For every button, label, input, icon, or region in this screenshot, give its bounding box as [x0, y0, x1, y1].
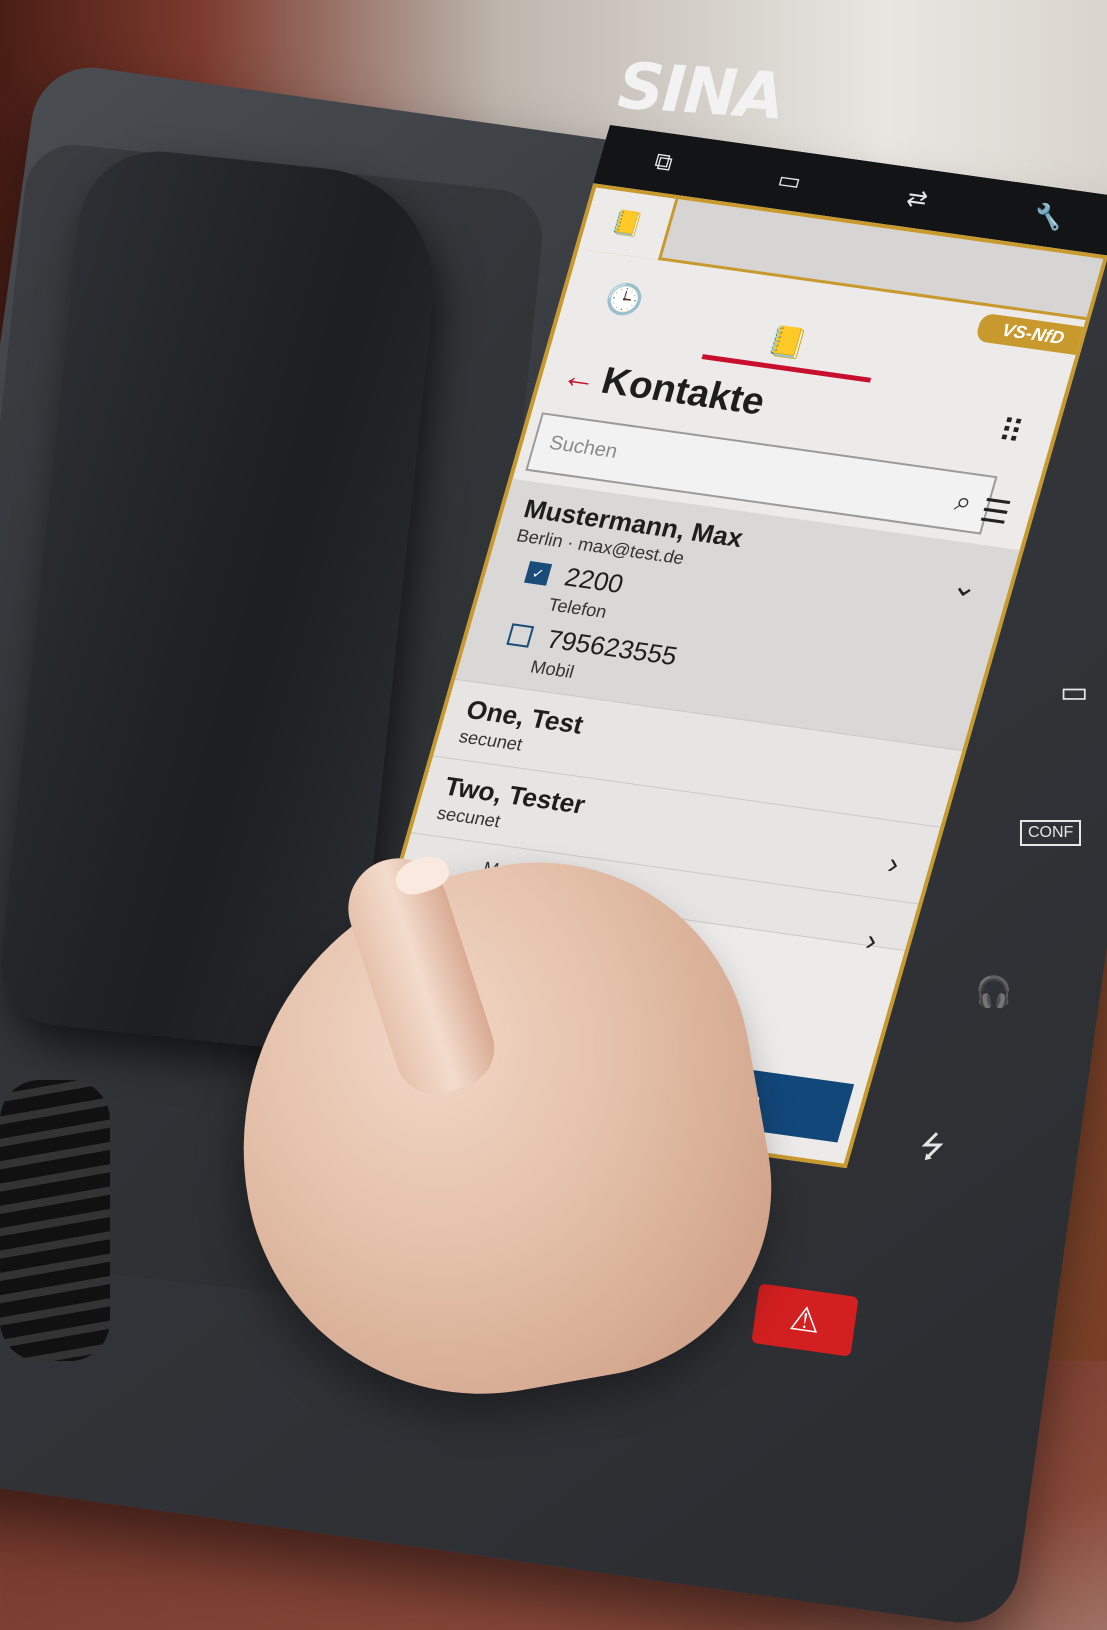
- battery-icon: ▭: [1060, 676, 1089, 709]
- checkbox-checked[interactable]: ✓: [524, 560, 553, 586]
- window-icon[interactable]: ▭: [774, 165, 805, 196]
- phone-number: 2200: [561, 561, 628, 599]
- headset-icon[interactable]: 🎧: [975, 975, 1012, 1010]
- checkbox-unchecked[interactable]: [506, 622, 535, 648]
- clock-icon[interactable]: 🕒: [601, 281, 648, 320]
- search-icon[interactable]: ⌕: [951, 485, 976, 519]
- usb-icon: ⭍: [920, 1131, 945, 1164]
- nav-contacts-icon[interactable]: 📒: [764, 324, 811, 363]
- screen-share-icon[interactable]: ⧉: [651, 148, 675, 178]
- brand-logo: SINA: [615, 49, 786, 135]
- transfer-icon[interactable]: ⇄: [903, 183, 931, 214]
- conference-key[interactable]: CONF: [1020, 820, 1082, 846]
- wrench-icon[interactable]: 🔧: [1030, 201, 1068, 233]
- search-placeholder: Suchen: [546, 432, 621, 463]
- handset-cord: [0, 1080, 110, 1361]
- contacts-book-icon: 📒: [608, 208, 646, 240]
- tab-contacts[interactable]: 📒: [578, 187, 679, 261]
- back-arrow-icon[interactable]: ←: [557, 356, 602, 399]
- dialpad-icon[interactable]: ⠿: [994, 412, 1028, 452]
